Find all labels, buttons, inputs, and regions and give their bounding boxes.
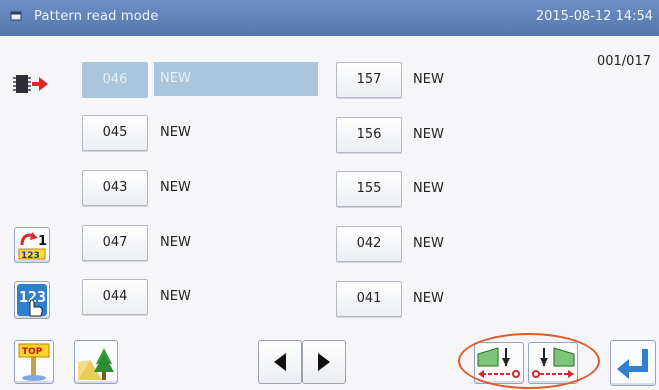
number-input-button[interactable]: 123 xyxy=(14,281,50,319)
pattern-read-button[interactable] xyxy=(12,66,50,102)
datetime: 2015-08-12 14:54 xyxy=(535,9,653,24)
pattern-number-button[interactable]: 155 xyxy=(336,171,402,207)
return-arrow-icon xyxy=(617,349,648,379)
pattern-name: NEW xyxy=(413,236,444,251)
pattern-name: NEW xyxy=(413,181,444,196)
pattern-name: NEW xyxy=(154,62,318,96)
pattern-number-button[interactable]: 041 xyxy=(336,281,402,317)
pattern-number-button[interactable]: 156 xyxy=(336,117,402,153)
screen-title: Pattern read mode xyxy=(34,9,159,24)
pattern-name: NEW xyxy=(160,289,191,304)
pattern-name: NEW xyxy=(413,127,444,142)
pattern-number-button[interactable]: 044 xyxy=(82,279,148,315)
annotation-circle xyxy=(458,333,600,389)
top-button[interactable]: TOP xyxy=(14,340,54,384)
page-counter: 001/017 xyxy=(596,54,651,69)
window-icon xyxy=(10,11,22,21)
enter-button[interactable] xyxy=(610,340,656,386)
tree-image-icon xyxy=(78,348,114,380)
next-page-button[interactable] xyxy=(302,340,346,384)
123-hand-icon: 123 xyxy=(17,284,47,317)
pattern-number-button[interactable]: 046 xyxy=(82,62,148,98)
svg-text:1: 1 xyxy=(38,234,47,249)
svg-text:TOP: TOP xyxy=(22,347,43,357)
top-signpost-icon: TOP xyxy=(18,343,50,381)
pattern-name: NEW xyxy=(160,180,191,195)
pattern-name: NEW xyxy=(160,235,191,250)
svg-text:123: 123 xyxy=(21,251,40,261)
sort-order-button[interactable]: 1 123 xyxy=(14,227,50,263)
triangle-right-icon xyxy=(318,353,330,371)
pattern-number-button[interactable]: 047 xyxy=(82,225,148,261)
chip-arrow-icon xyxy=(13,75,48,93)
title-bar: Pattern read mode 2015-08-12 14:54 xyxy=(0,0,659,36)
pattern-number-button[interactable]: 157 xyxy=(336,62,402,98)
pattern-name: NEW xyxy=(413,291,444,306)
triangle-left-icon xyxy=(274,353,286,371)
pattern-number-button[interactable]: 043 xyxy=(82,170,148,206)
pattern-image-button[interactable] xyxy=(74,340,118,384)
previous-page-button[interactable] xyxy=(258,340,302,384)
pattern-name: NEW xyxy=(413,72,444,87)
pattern-name: NEW xyxy=(160,125,191,140)
pattern-number-button[interactable]: 045 xyxy=(82,115,148,151)
pattern-number-button[interactable]: 042 xyxy=(336,226,402,262)
sort-123-icon: 1 123 xyxy=(18,232,47,261)
